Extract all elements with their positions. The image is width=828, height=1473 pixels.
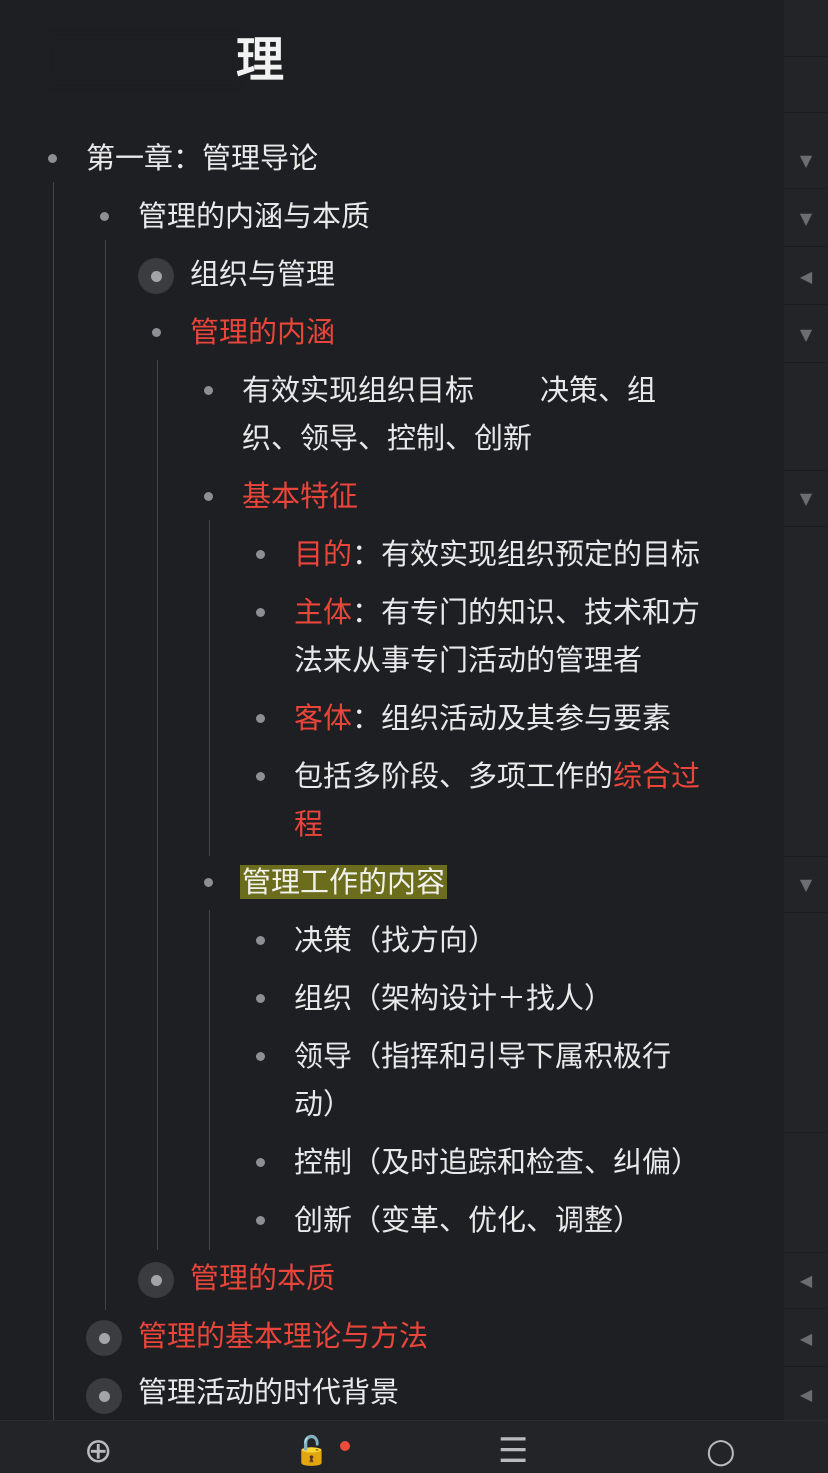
expand-toggle[interactable]: ◀ <box>784 1252 828 1309</box>
triangle-down-icon: ▼ <box>799 150 813 170</box>
outline-node[interactable]: 组织与管理 <box>190 250 335 298</box>
bullet[interactable] <box>256 1052 265 1061</box>
collapsed-bullet[interactable] <box>138 258 174 294</box>
bullet[interactable] <box>256 772 265 781</box>
highlighted-text: 管理工作的内容 <box>240 865 448 899</box>
indent-guide <box>157 360 158 1250</box>
notification-dot <box>340 1441 350 1451</box>
bullet[interactable] <box>256 1216 265 1225</box>
triangle-left-icon: ◀ <box>799 1384 813 1404</box>
outline-node[interactable]: 领导（指挥和引导下属积极行 <box>294 1032 671 1080</box>
rail-cell <box>784 56 828 113</box>
collapse-toggle[interactable]: ▼ <box>784 132 828 189</box>
outline-node[interactable]: 组织（架构设计＋找人） <box>294 974 613 1022</box>
indent-guide <box>209 910 210 1250</box>
rail-cell <box>784 912 828 1133</box>
outline-node-continued: 法来从事专门活动的管理者 <box>294 643 643 677</box>
bottom-toolbar: ⊕ 🔓 ☰ ○ <box>0 1420 828 1473</box>
triangle-left-icon: ◀ <box>799 266 813 286</box>
outline-node[interactable]: 管理的内涵 <box>190 308 335 356</box>
add-icon[interactable]: ⊕ <box>84 1429 113 1473</box>
collapsed-bullet[interactable] <box>86 1378 122 1414</box>
right-rail: ▼ ▼ ◀ ▼ ▼ ▼ ◀ ◀ ◀ <box>784 0 828 1423</box>
node-text: 决策、组 <box>540 373 657 407</box>
bullet[interactable] <box>48 154 57 163</box>
node-label: 主体 <box>294 595 353 629</box>
search-icon[interactable]: ○ <box>706 1429 736 1473</box>
outline-node[interactable]: 包括多阶段、多项工作的综合过 <box>294 752 700 800</box>
indent-icon[interactable]: ☰ <box>498 1429 528 1473</box>
expand-toggle[interactable]: ◀ <box>784 1310 828 1367</box>
node-text: ：组织活动及其参与要素 <box>352 701 672 735</box>
bullet[interactable] <box>256 608 265 617</box>
title-redacted <box>48 36 238 84</box>
outline-node[interactable]: 管理工作的内容 <box>240 858 448 906</box>
expand-toggle[interactable]: ◀ <box>784 248 828 305</box>
node-text: ：有效实现组织预定的目标 <box>352 537 701 571</box>
outline-node-continued: 织、领导、控制、创新 <box>242 421 533 455</box>
node-label: 客体 <box>294 701 353 735</box>
triangle-down-icon: ▼ <box>799 324 813 344</box>
bullet[interactable] <box>256 550 265 559</box>
collapse-toggle[interactable]: ▼ <box>784 190 828 247</box>
collapse-toggle[interactable]: ▼ <box>784 306 828 363</box>
bullet[interactable] <box>256 1158 265 1167</box>
outline-node[interactable]: 目的：有效实现组织预定的目标 <box>294 530 700 578</box>
collapse-toggle[interactable]: ▼ <box>784 856 828 913</box>
node-text: 有效实现组织目标 <box>242 373 475 407</box>
rail-cell <box>784 0 828 57</box>
node-text-red: 综合过 <box>613 759 701 793</box>
outline-node[interactable]: 基本特征 <box>242 472 358 520</box>
triangle-left-icon: ◀ <box>799 1328 813 1348</box>
rail-cell <box>784 364 828 471</box>
node-text: 包括多阶段、多项工作的 <box>294 759 614 793</box>
node-label: 目的 <box>294 537 353 571</box>
page-title: 理 <box>236 32 285 88</box>
outline-node[interactable]: 控制（及时追踪和检查、纠偏） <box>294 1138 700 1186</box>
indent-guide <box>105 240 106 1310</box>
outline-node[interactable]: 主体：有专门的知识、技术和方 <box>294 588 700 636</box>
triangle-left-icon: ◀ <box>799 1270 813 1290</box>
outline-node[interactable]: 管理的本质 <box>190 1254 335 1302</box>
collapsed-bullet[interactable] <box>86 1320 122 1356</box>
rail-cell <box>784 526 828 857</box>
bullet[interactable] <box>256 936 265 945</box>
expand-toggle[interactable]: ◀ <box>784 1366 828 1423</box>
outline-node[interactable]: 管理活动的时代背景 <box>138 1368 399 1416</box>
outline-node[interactable]: 管理的基本理论与方法 <box>138 1312 428 1360</box>
collapsed-bullet[interactable] <box>138 1262 174 1298</box>
collapse-toggle[interactable]: ▼ <box>784 470 828 527</box>
bullet[interactable] <box>100 212 109 221</box>
triangle-down-icon: ▼ <box>799 208 813 228</box>
outline-node[interactable]: 创新（变革、优化、调整） <box>294 1196 642 1244</box>
node-text: ：有专门的知识、技术和方 <box>352 595 701 629</box>
triangle-down-icon: ▼ <box>799 488 813 508</box>
indent-guide <box>209 520 210 856</box>
bullet[interactable] <box>204 492 213 501</box>
bullet[interactable] <box>204 878 213 887</box>
bullet[interactable] <box>204 386 213 395</box>
bullet[interactable] <box>152 328 161 337</box>
outline-node[interactable]: 决策（找方向） <box>294 916 497 964</box>
outline-node[interactable]: 管理的内涵与本质 <box>138 192 370 240</box>
triangle-down-icon: ▼ <box>799 874 813 894</box>
indent-guide <box>53 182 54 1420</box>
outline-node-continued: 动） <box>294 1087 353 1121</box>
unlock-icon[interactable]: 🔓 <box>294 1429 329 1473</box>
outline-node[interactable]: 第一章：管理导论 <box>86 134 318 182</box>
bullet[interactable] <box>256 714 265 723</box>
outline-node[interactable]: 客体：组织活动及其参与要素 <box>294 694 671 742</box>
outline-node[interactable]: 有效实现组织目标 决策、组 <box>242 366 656 414</box>
outline-node-continued: 程 <box>294 807 324 841</box>
bullet[interactable] <box>256 994 265 1003</box>
rail-cell <box>784 1132 828 1253</box>
